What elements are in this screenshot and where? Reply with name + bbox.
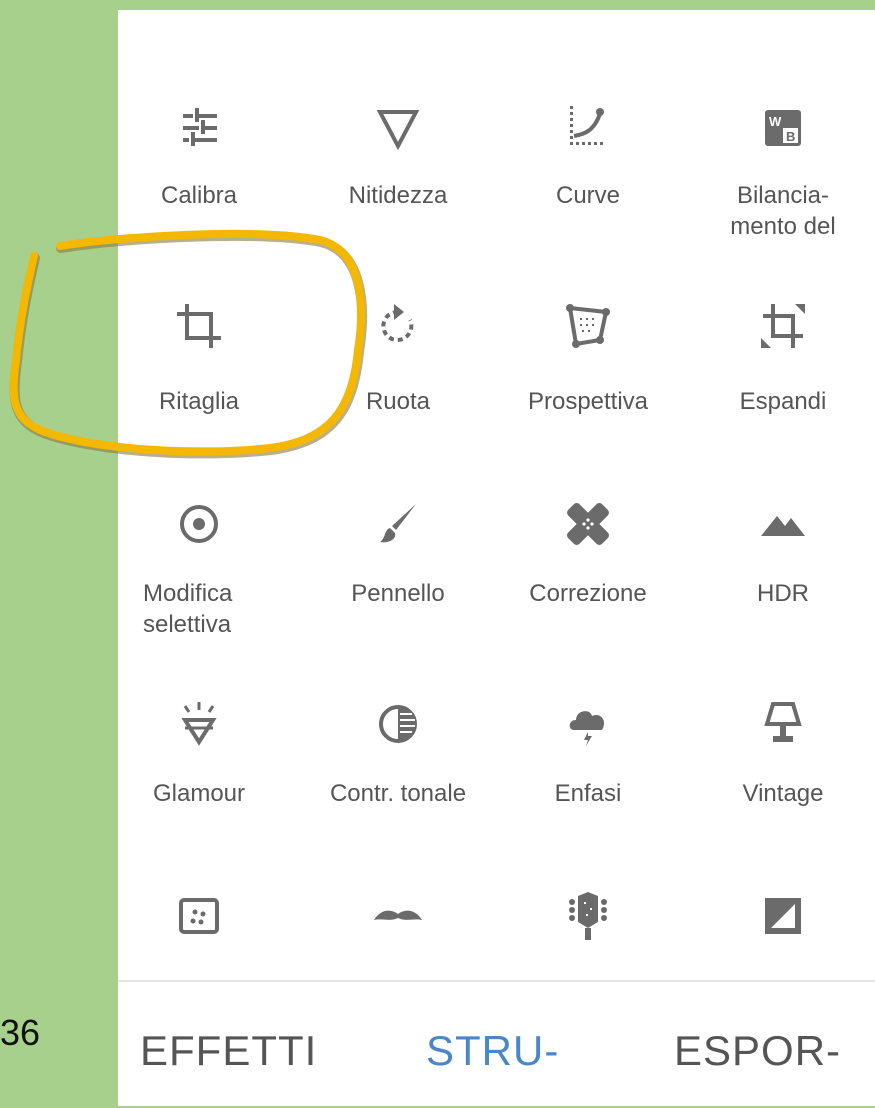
svg-text:B: B bbox=[786, 129, 795, 144]
tool-glamour[interactable]: Glamour bbox=[109, 696, 289, 809]
tool-enfasi[interactable]: Enfasi bbox=[498, 696, 678, 809]
tab-esporta[interactable]: ESPOR- bbox=[674, 1027, 841, 1075]
tool-label: Calibra bbox=[160, 182, 238, 209]
tool-calibra[interactable]: Calibra bbox=[109, 100, 289, 211]
tool-frame[interactable] bbox=[693, 888, 873, 944]
bottom-tab-bar: EFFETTI STRU- ESPOR- bbox=[118, 980, 875, 1108]
tool-label: Glamour bbox=[152, 780, 246, 807]
tool-label: Ritaglia bbox=[158, 388, 240, 415]
tools-panel: Calibra Nitidezza Curve W B Bilancia- me… bbox=[118, 10, 875, 1106]
tool-ruota[interactable]: Ruota bbox=[308, 298, 488, 417]
tool-label: Espandi bbox=[739, 388, 827, 415]
tool-grainy-film[interactable] bbox=[109, 888, 289, 944]
tool-pennello[interactable]: Pennello bbox=[308, 496, 488, 609]
tool-curve[interactable]: Curve bbox=[498, 100, 678, 211]
grainy-film-icon bbox=[179, 898, 219, 934]
selective-target-icon bbox=[180, 505, 218, 543]
tool-guitar-head[interactable] bbox=[498, 888, 678, 944]
tool-label: Vintage bbox=[742, 780, 824, 807]
guitar-head-icon bbox=[569, 892, 607, 940]
brush-icon bbox=[380, 504, 416, 543]
tool-label: HDR bbox=[757, 580, 809, 607]
tool-modifica-selettiva[interactable]: Modifica selettiva bbox=[109, 496, 289, 640]
tool-bilanciamento[interactable]: W B Bilancia- mento del bbox=[693, 100, 873, 242]
triangle-down-icon bbox=[376, 110, 420, 151]
tool-vintage[interactable]: Vintage bbox=[693, 696, 873, 809]
healing-bandage-icon bbox=[567, 503, 609, 545]
tool-label: Bilancia- mento del bbox=[730, 182, 836, 240]
tool-correzione[interactable]: Correzione bbox=[498, 496, 678, 609]
curve-icon bbox=[570, 106, 604, 145]
white-balance-icon: W B bbox=[765, 110, 801, 146]
tool-hdr[interactable]: HDR bbox=[693, 496, 873, 609]
tool-espandi[interactable]: Espandi bbox=[693, 298, 873, 417]
tool-label: Nitidezza bbox=[348, 182, 448, 209]
tool-moustache[interactable] bbox=[308, 888, 488, 944]
tool-contr-tonale[interactable]: Contr. tonale bbox=[308, 696, 488, 809]
diamond-glow-icon bbox=[181, 702, 217, 746]
expand-icon bbox=[761, 304, 805, 348]
lamp-icon bbox=[764, 702, 802, 742]
tool-prospettiva[interactable]: Prospettiva bbox=[498, 298, 678, 417]
rotate-icon bbox=[381, 304, 414, 342]
tool-nitidezza[interactable]: Nitidezza bbox=[308, 100, 488, 211]
storm-cloud-icon bbox=[569, 711, 605, 746]
tonal-contrast-icon bbox=[379, 705, 417, 743]
tool-label: Contr. tonale bbox=[329, 780, 467, 807]
tool-label: Correzione bbox=[529, 580, 647, 607]
tool-label: Ruota bbox=[365, 388, 431, 415]
tool-ritaglia[interactable]: Ritaglia bbox=[109, 298, 289, 417]
mountains-icon bbox=[761, 516, 805, 536]
tool-label: Prospettiva bbox=[527, 388, 649, 415]
tool-label: Enfasi bbox=[554, 780, 622, 807]
tool-label: Modifica selettiva bbox=[143, 580, 233, 638]
tab-strumenti[interactable]: STRU- bbox=[426, 1027, 559, 1075]
frame-icon bbox=[765, 898, 801, 934]
svg-text:W: W bbox=[769, 114, 782, 129]
tune-sliders-icon bbox=[183, 108, 217, 146]
tool-label: Pennello bbox=[351, 580, 445, 607]
crop-icon bbox=[177, 304, 221, 348]
moustache-icon bbox=[374, 910, 422, 920]
tool-label: Curve bbox=[555, 182, 621, 209]
perspective-icon bbox=[566, 304, 610, 348]
tab-effetti[interactable]: EFFETTI bbox=[140, 1027, 317, 1075]
page-number: 36 bbox=[0, 1012, 41, 1053]
